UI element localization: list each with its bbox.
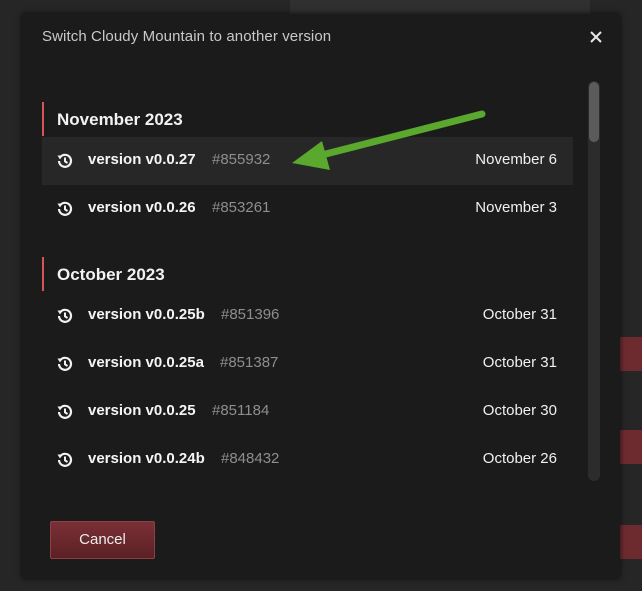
version-name: version v0.0.25: [88, 402, 196, 419]
version-row[interactable]: version v0.0.25 #851184 October 30: [42, 388, 573, 436]
version-date: October 31: [482, 354, 557, 371]
version-name: version v0.0.25b: [88, 306, 205, 323]
version-hash: #851387: [220, 354, 279, 371]
version-name: version v0.0.27: [88, 151, 196, 168]
version-list: November 2023 version v0.0.27 #855932 Novem…: [42, 102, 573, 482]
version-name: version v0.0.26: [88, 199, 196, 216]
month-header: November 2023: [42, 102, 573, 136]
month-header: October 2023: [42, 257, 573, 291]
version-row[interactable]: version v0.0.25a #851387 October 31: [42, 340, 573, 388]
version-hash: #851396: [221, 306, 280, 323]
background-red-element: [620, 430, 642, 464]
version-switch-dialog: Switch Cloudy Mountain to another versio…: [22, 14, 620, 578]
version-date: October 26: [482, 450, 557, 467]
background-red-element: [620, 337, 642, 371]
version-hash: #848432: [221, 450, 280, 467]
version-hash: #855932: [212, 151, 271, 168]
version-date: October 31: [482, 306, 557, 323]
version-name: version v0.0.25a: [88, 354, 204, 371]
scrollbar[interactable]: [588, 81, 600, 481]
version-hash: #853261: [212, 199, 271, 216]
month-label: October 2023: [57, 265, 165, 284]
version-hash: #851184: [212, 402, 270, 419]
history-icon: [56, 403, 74, 421]
version-date: November 3: [475, 199, 557, 216]
dialog-title: Switch Cloudy Mountain to another versio…: [42, 28, 332, 45]
background-red-element: [620, 525, 642, 559]
cancel-button[interactable]: Cancel: [50, 521, 155, 559]
scrollbar-thumb[interactable]: [589, 82, 599, 142]
history-icon: [56, 451, 74, 469]
version-row[interactable]: version v0.0.25b #851396 October 31: [42, 292, 573, 340]
version-date: November 6: [475, 151, 557, 168]
history-icon: [56, 152, 74, 170]
background-strip: [290, 0, 590, 15]
close-icon[interactable]: [586, 27, 606, 47]
month-label: November 2023: [57, 110, 183, 129]
history-icon: [56, 355, 74, 373]
version-row[interactable]: version v0.0.27 #855932 November 6: [42, 137, 573, 185]
version-date: October 30: [482, 402, 557, 419]
version-row[interactable]: version v0.0.26 #853261 November 3: [42, 185, 573, 233]
history-icon: [56, 307, 74, 325]
version-row[interactable]: version v0.0.24b #848432 October 26: [42, 436, 573, 482]
history-icon: [56, 200, 74, 218]
version-name: version v0.0.24b: [88, 450, 205, 467]
